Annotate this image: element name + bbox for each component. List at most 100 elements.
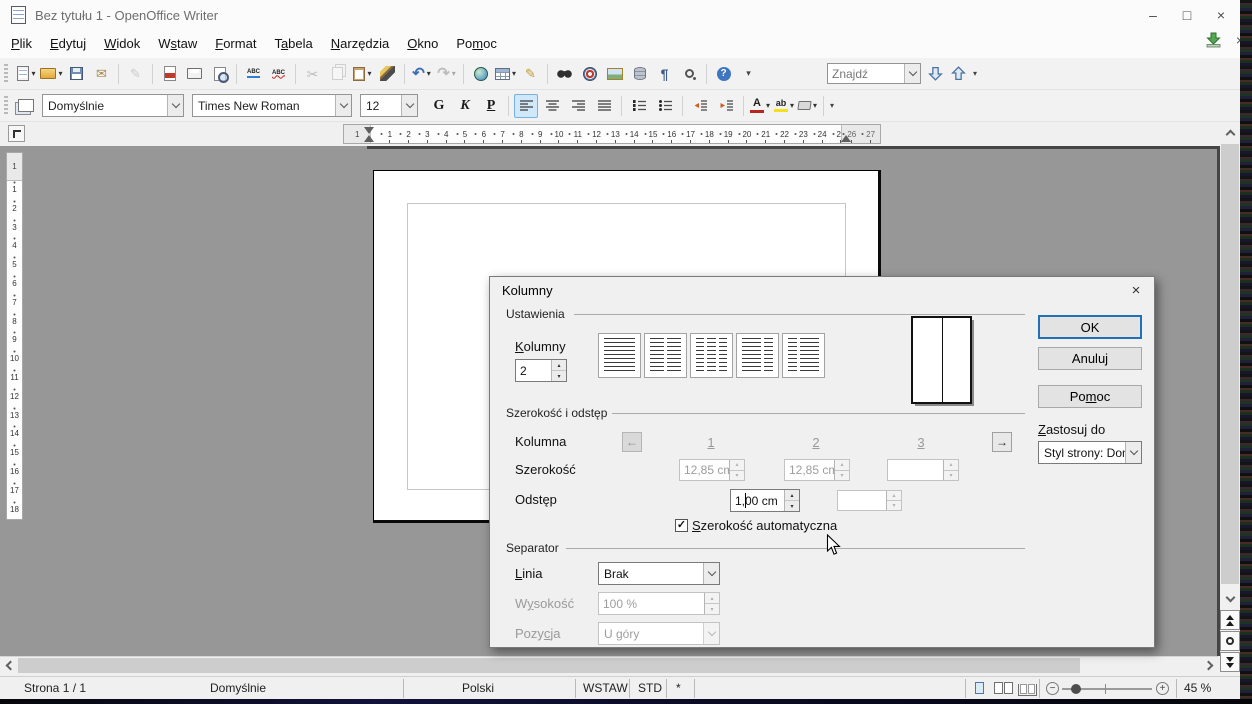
spin-up-icon[interactable]: ▴	[552, 360, 566, 371]
dropdown-arrow-icon[interactable]: ▾	[813, 101, 817, 110]
zoom-slider-thumb[interactable]	[1071, 684, 1081, 694]
menu-tabela[interactable]: Tabela	[265, 31, 321, 57]
scroll-down-button[interactable]	[1220, 590, 1240, 607]
menu-widok[interactable]: Widok	[95, 31, 149, 57]
minimize-button[interactable]: –	[1136, 0, 1170, 30]
find-previous-icon[interactable]	[950, 65, 967, 82]
dropdown-arrow-icon[interactable]: ▾	[512, 69, 516, 78]
menu-format[interactable]: Format	[206, 31, 265, 57]
autowidth-checkbox[interactable]: ✓	[675, 519, 688, 532]
vertical-ruler[interactable]: 1 123456789101112131415161718	[6, 152, 23, 520]
font-size-combobox[interactable]: 12	[360, 94, 418, 117]
increase-indent-button[interactable]	[714, 94, 738, 118]
spellcheck-icon[interactable]: ABC ▾	[242, 61, 265, 87]
next-column-button[interactable]: →	[992, 432, 1012, 452]
left-indent-marker[interactable]	[364, 135, 374, 142]
bullet-list-button[interactable]	[653, 94, 677, 118]
ok-button[interactable]: OK	[1038, 315, 1142, 339]
paste-icon[interactable]: ▾	[351, 61, 374, 87]
horizontal-ruler[interactable]: 1 12345678910111213141516171819202122232…	[343, 124, 881, 144]
status-style[interactable]: Domyślnie	[210, 681, 266, 695]
spin-down-icon[interactable]: ▾	[552, 371, 566, 381]
edit-file-icon[interactable]: ✎ ▾	[124, 61, 147, 87]
preset-one-column[interactable]	[598, 333, 641, 378]
dropdown-arrow-icon[interactable]: ▾	[790, 101, 794, 110]
status-page[interactable]: Strona 1 / 1	[24, 681, 86, 695]
menu-okno[interactable]: Okno	[398, 31, 447, 57]
dropdown-arrow-icon[interactable]: ▾	[31, 69, 35, 78]
numbered-list-button[interactable]	[627, 94, 651, 118]
zoom-icon[interactable]: ▾	[678, 61, 701, 87]
zoom-out-button[interactable]: −	[1046, 682, 1059, 695]
autowidth-label[interactable]: Szerokość automatyczna	[692, 518, 837, 533]
first-line-indent-marker[interactable]	[364, 127, 374, 134]
page-preview-icon[interactable]: ▾	[208, 61, 231, 87]
navigation-button[interactable]	[1220, 631, 1240, 651]
previous-page-button[interactable]	[1220, 610, 1240, 630]
columns-count-spinner[interactable]: 2 ▴ ▾	[515, 359, 567, 382]
menu-plik[interactable]: Plik	[2, 31, 41, 57]
undo-icon[interactable]: ↶ ▾	[410, 61, 433, 87]
font-dropdown-button[interactable]	[335, 95, 351, 116]
bold-button[interactable]: G	[427, 94, 451, 118]
align-center-button[interactable]	[540, 94, 564, 118]
dropdown-arrow-icon[interactable]: ▾	[367, 69, 371, 78]
line-combobox[interactable]: Brak	[598, 562, 720, 585]
print-icon[interactable]: ▾	[183, 61, 206, 87]
spacing-1-2-spinner[interactable]: 1,00 cm ▴▾	[730, 489, 800, 512]
status-insert-mode[interactable]: WSTAW	[583, 681, 628, 695]
navigator-icon[interactable]: ▾	[578, 61, 601, 87]
spin-down-icon[interactable]: ▾	[785, 501, 799, 511]
data-sources-icon[interactable]: ▾	[628, 61, 651, 87]
find-dropdown-button[interactable]	[904, 64, 920, 83]
status-zoom-value[interactable]: 45 %	[1184, 681, 1211, 695]
dialog-close-button[interactable]: ×	[1127, 281, 1145, 299]
help-icon[interactable]: ? ▾	[712, 61, 735, 87]
find-next-icon[interactable]	[927, 65, 944, 82]
next-page-button[interactable]	[1220, 652, 1240, 672]
apply-to-combobox[interactable]: Styl strony: Don	[1038, 441, 1142, 464]
find-toolbar-overflow-icon[interactable]: ▾	[973, 69, 977, 78]
align-left-button[interactable]	[514, 94, 538, 118]
maximize-button[interactable]: □	[1170, 0, 1204, 30]
cancel-button[interactable]: Anuluj	[1038, 347, 1142, 370]
zoom-in-button[interactable]: +	[1156, 682, 1169, 695]
decrease-indent-button[interactable]	[688, 94, 712, 118]
redo-icon[interactable]: ↷ ▾	[435, 61, 458, 87]
find-replace-icon[interactable]: ▾	[553, 61, 576, 87]
spin-up-icon[interactable]: ▴	[785, 490, 799, 501]
style-dropdown-button[interactable]	[167, 95, 183, 116]
auto-spellcheck-icon[interactable]: ABC ▾	[267, 61, 290, 87]
status-language[interactable]: Polski	[462, 681, 494, 695]
formatting-marks-icon[interactable]: ¶ ▾	[653, 61, 676, 87]
size-dropdown-button[interactable]	[401, 95, 417, 116]
copy-icon[interactable]: ▾	[326, 61, 349, 87]
paragraph-style-combobox[interactable]: Domyślnie	[42, 94, 184, 117]
status-modified[interactable]: *	[676, 681, 681, 695]
vertical-scrollbar-thumb[interactable]	[1221, 144, 1239, 584]
underline-button[interactable]: P	[479, 94, 503, 118]
toolbar-grip[interactable]	[4, 64, 8, 84]
align-right-button[interactable]	[566, 94, 590, 118]
close-button[interactable]: ×	[1204, 0, 1238, 30]
align-justify-button[interactable]	[592, 94, 616, 118]
help-button[interactable]: Pomoc	[1038, 385, 1142, 408]
preset-two-columns[interactable]	[644, 333, 687, 378]
italic-button[interactable]: K	[453, 94, 477, 118]
open-icon[interactable]: ▾	[40, 61, 63, 87]
export-pdf-icon[interactable]: ▾	[158, 61, 181, 87]
menu-wstaw[interactable]: Wstaw	[149, 31, 206, 57]
highlighting-button[interactable]: ab ▾	[774, 99, 794, 112]
dropdown-arrow-icon[interactable]: ▾	[766, 101, 770, 110]
save-icon[interactable]: ▾	[65, 61, 88, 87]
hyperlink-icon[interactable]: ▾	[469, 61, 492, 87]
single-page-view-button[interactable]	[975, 682, 984, 696]
toolbar-overflow-icon[interactable]: ▾ ▾	[737, 61, 760, 87]
menu-narzedzia[interactable]: Narzędzia	[322, 31, 399, 57]
horizontal-scrollbar-thumb[interactable]	[18, 658, 1080, 673]
update-available-icon[interactable]	[1205, 32, 1222, 48]
right-indent-marker[interactable]	[841, 135, 851, 142]
format-paintbrush-icon[interactable]: ▾	[376, 61, 399, 87]
cut-icon[interactable]: ✂ ▾	[301, 61, 324, 87]
status-selection-mode[interactable]: STD	[638, 681, 662, 695]
